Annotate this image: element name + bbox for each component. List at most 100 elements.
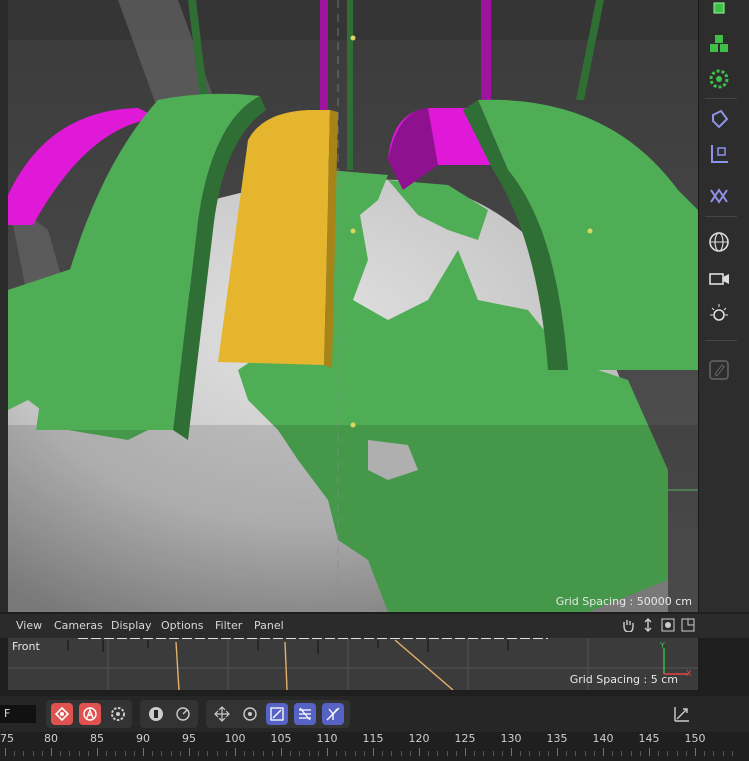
timeline-minor-tick — [271, 751, 273, 756]
timeline-tick — [51, 748, 52, 756]
timeline-tick-label: 140 — [592, 732, 614, 745]
record-keyframe-icon[interactable] — [51, 703, 73, 725]
timeline-minor-tick — [593, 751, 595, 756]
light-st-icon[interactable] — [705, 300, 733, 328]
scale-keyframes-icon[interactable] — [266, 703, 288, 725]
timeline-minor-tick — [78, 751, 80, 756]
menu-cameras[interactable]: Cameras — [54, 619, 103, 632]
timeline-minor-tick — [428, 751, 430, 756]
autokey-icon[interactable] — [79, 703, 101, 725]
maximize-view-icon[interactable] — [680, 617, 696, 633]
key-settings-icon[interactable] — [107, 703, 129, 725]
zoom-icon[interactable] — [660, 617, 676, 633]
timeline-tick-label: 90 — [136, 732, 150, 745]
front-grid-spacing-label: Grid Spacing : 5 cm — [569, 673, 678, 686]
camera-st-icon[interactable] — [705, 264, 733, 292]
timeline-minor-tick — [621, 751, 623, 756]
timeline-minor-tick — [713, 751, 715, 756]
timeline-minor-tick — [41, 751, 43, 756]
cube-add-icon[interactable] — [705, 0, 733, 22]
timeline-tick-label: 80 — [44, 732, 58, 745]
hand-pan-icon[interactable] — [620, 617, 636, 633]
menu-filter[interactable]: Filter — [215, 619, 242, 632]
keyframe-timing-icon[interactable] — [172, 703, 194, 725]
timeline-tick-label: 95 — [182, 732, 196, 745]
pen-disabled-icon — [705, 356, 733, 384]
timeline-tick-label: 75 — [0, 732, 14, 745]
timeline-tick-label: 145 — [638, 732, 660, 745]
timeline-tick-label: 100 — [224, 732, 246, 745]
timeline-tick-label: 115 — [362, 732, 384, 745]
move-arrows-icon[interactable] — [640, 617, 656, 633]
timeline-tick-label: 125 — [454, 732, 476, 745]
timeline-tick — [327, 748, 328, 756]
axis-cube-icon[interactable] — [705, 140, 733, 168]
move-keyframes-icon[interactable] — [211, 703, 233, 725]
bend-icon[interactable] — [705, 182, 733, 210]
param-keyframes-icon[interactable] — [294, 703, 316, 725]
timeline-minor-tick — [179, 751, 181, 756]
timeline-minor-tick — [658, 751, 660, 756]
timeline-minor-tick — [198, 751, 200, 756]
timeline-minor-tick — [455, 751, 457, 756]
rotate-keyframes-icon[interactable] — [239, 703, 261, 725]
timeline-tick — [649, 748, 650, 756]
timeline-minor-tick — [216, 751, 218, 756]
menu-options[interactable]: Options — [161, 619, 203, 632]
fcurve-mode-icon[interactable] — [671, 703, 693, 725]
timeline-minor-tick — [584, 751, 586, 756]
viewport-menu-bar: View Cameras Display Options Filter Pane… — [0, 614, 749, 638]
gear-green-icon[interactable] — [705, 65, 733, 93]
timeline-minor-tick — [14, 751, 16, 756]
timeline-minor-tick — [566, 751, 568, 756]
timeline-tick — [695, 748, 696, 756]
timeline-tick-label: 150 — [684, 732, 706, 745]
timeline-minor-tick — [474, 751, 476, 756]
timeline-minor-tick — [152, 751, 154, 756]
timeline-minor-tick — [538, 751, 540, 756]
timeline-minor-tick — [446, 751, 448, 756]
timeline-minor-tick — [391, 751, 393, 756]
cube-cluster-icon[interactable] — [705, 30, 733, 58]
timeline-minor-tick — [290, 751, 292, 756]
timeline-minor-tick — [676, 751, 678, 756]
timeline-minor-tick — [685, 751, 687, 756]
timeline-minor-tick — [400, 751, 402, 756]
timeline-tick — [97, 748, 98, 756]
timeline-minor-tick — [253, 751, 255, 756]
menu-view[interactable]: View — [16, 619, 42, 632]
timeline-ruler[interactable]: 75 80 85 90 95 100 105 110 115 120 125 130 135 140 145… — [0, 732, 749, 761]
timeline-minor-tick — [722, 751, 724, 756]
frame-field[interactable]: F — [0, 705, 36, 723]
timeline-tick — [511, 748, 512, 756]
timeline-minor-tick — [207, 751, 209, 756]
timeline-minor-tick — [547, 751, 549, 756]
globe-st-icon[interactable] — [705, 228, 733, 256]
timeline-minor-tick — [520, 751, 522, 756]
timeline-tick-label: 130 — [500, 732, 522, 745]
timeline-tick — [373, 748, 374, 756]
cylinder-icon[interactable] — [705, 105, 733, 133]
keyframe-lock-icon[interactable] — [145, 703, 167, 725]
timeline-tick — [557, 748, 558, 756]
viewport-grid-spacing-label: Grid Spacing : 50000 cm — [555, 595, 692, 608]
timeline-minor-tick — [630, 751, 632, 756]
timeline-tick — [5, 748, 6, 756]
timeline-minor-tick — [244, 751, 246, 756]
svg-text:Y: Y — [659, 641, 665, 650]
timeline-minor-tick — [23, 751, 25, 756]
left-edge-strip — [0, 0, 8, 612]
timeline-minor-tick — [124, 751, 126, 756]
timeline-tick-label: 120 — [408, 732, 430, 745]
pla-keyframes-icon[interactable] — [322, 703, 344, 725]
front-viewport[interactable]: Y X Front Grid Spacing : 5 cm — [8, 638, 698, 690]
perspective-viewport[interactable]: Grid Spacing : 50000 cm — [8, 0, 698, 612]
timeline-minor-tick — [529, 751, 531, 756]
menu-panel[interactable]: Panel — [254, 619, 284, 632]
timeline-tick — [603, 748, 604, 756]
timeline-tick — [189, 748, 190, 756]
timeline-minor-tick — [133, 751, 135, 756]
scene-render — [8, 0, 698, 612]
timeline-minor-tick — [409, 751, 411, 756]
menu-display[interactable]: Display — [111, 619, 152, 632]
